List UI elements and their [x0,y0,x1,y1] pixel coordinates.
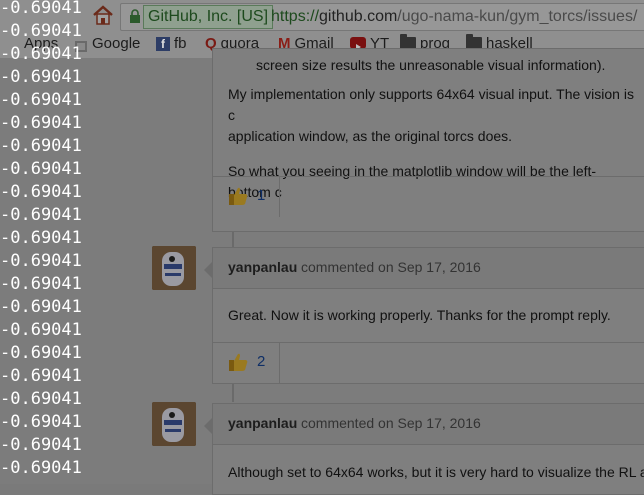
terminal-line: -0.69041 [0,389,82,409]
bookmark-label: fb [174,35,187,52]
bookmark-label: Google [92,35,141,52]
reactions-bar: 1 [213,176,644,217]
terminal-line: -0.69041 [0,113,82,133]
thumbs-up-reaction[interactable]: 1 [213,177,280,217]
terminal-line: -0.69041 [0,182,82,202]
terminal-line: -0.69041 [0,0,82,18]
url-domain: github.com [319,8,398,25]
secure-site-badge[interactable]: GitHub, Inc. [US] [143,5,274,29]
comment-author[interactable]: yanpanlau [228,415,297,431]
terminal-line: -0.69041 [0,274,82,294]
terminal-line: -0.69041 [0,159,82,179]
address-bar[interactable]: GitHub, Inc. [US] https://github.com/ugo… [120,3,644,31]
comment-text: application window, as the original torc… [228,128,513,144]
terminal-line: -0.69041 [0,228,82,248]
reaction-count: 2 [257,353,266,370]
terminal-line: -0.69041 [0,67,82,87]
comment-card: yanpanlau commented on Sep 17, 2016 Alth… [212,403,644,495]
bookmark-fb[interactable]: f fb [156,32,187,56]
comment-timestamp[interactable]: commented on Sep 17, 2016 [301,415,481,431]
terminal-output: -0.69041 -0.69041 -0.69041 -0.69041 -0.6… [0,0,92,484]
terminal-line: -0.69041 [0,251,82,271]
terminal-line: -0.69041 [0,435,82,455]
reactions-bar: 2 [213,342,644,383]
url-scheme: https:// [271,8,320,25]
terminal-line: -0.69041 [0,136,82,156]
comment-body: Although set to 64x64 works, but it is v… [213,445,644,483]
terminal-line: -0.69041 [0,343,82,363]
comment-header: yanpanlau commented on Sep 17, 2016 [213,404,644,445]
terminal-line: -0.69041 [0,458,82,478]
terminal-line: -0.69041 [0,412,82,432]
avatar[interactable] [152,246,196,290]
avatar[interactable] [152,402,196,446]
comment-card: screen size results the unreasonable vis… [212,48,644,232]
comment-text: screen size results the unreasonable vis… [256,57,606,73]
terminal-line: -0.69041 [0,21,82,41]
comment-text: Great. Now it is working properly. Thank… [228,307,611,323]
timeline-connector [232,382,234,402]
comment-text: Although set to 64x64 works, but it is v… [228,464,644,480]
comment-header: yanpanlau commented on Sep 17, 2016 [213,248,644,289]
url-path: /ugo-nama-kun/gym_torcs/issues/ [397,8,638,25]
home-icon[interactable] [92,4,114,26]
comment-pointer [204,262,212,278]
comment-timestamp[interactable]: commented on Sep 17, 2016 [301,259,481,275]
facebook-icon: f [156,37,170,52]
thumbs-up-reaction[interactable]: 2 [213,343,280,383]
terminal-line: -0.69041 [0,90,82,110]
comment-text: My implementation only supports 64x64 vi… [228,86,634,123]
comment-pointer [204,418,212,434]
timeline-connector [232,231,234,247]
terminal-line: -0.69041 [0,205,82,225]
padlock-icon [130,9,140,23]
terminal-line: -0.69041 [0,297,82,317]
comment-author[interactable]: yanpanlau [228,259,297,275]
url-text[interactable]: https://github.com/ugo-nama-kun/gym_torc… [271,6,637,28]
reaction-count: 1 [257,187,266,204]
comment-body: Great. Now it is working properly. Thank… [213,289,644,343]
thumbs-up-icon [229,187,248,205]
thumbs-up-icon [229,353,248,371]
terminal-line: -0.69041 [0,320,82,340]
issue-page: screen size results the unreasonable vis… [0,48,644,495]
comment-card: yanpanlau commented on Sep 17, 2016 Grea… [212,247,644,384]
terminal-line: -0.69041 [0,366,82,386]
terminal-line: -0.69041 [0,44,82,64]
